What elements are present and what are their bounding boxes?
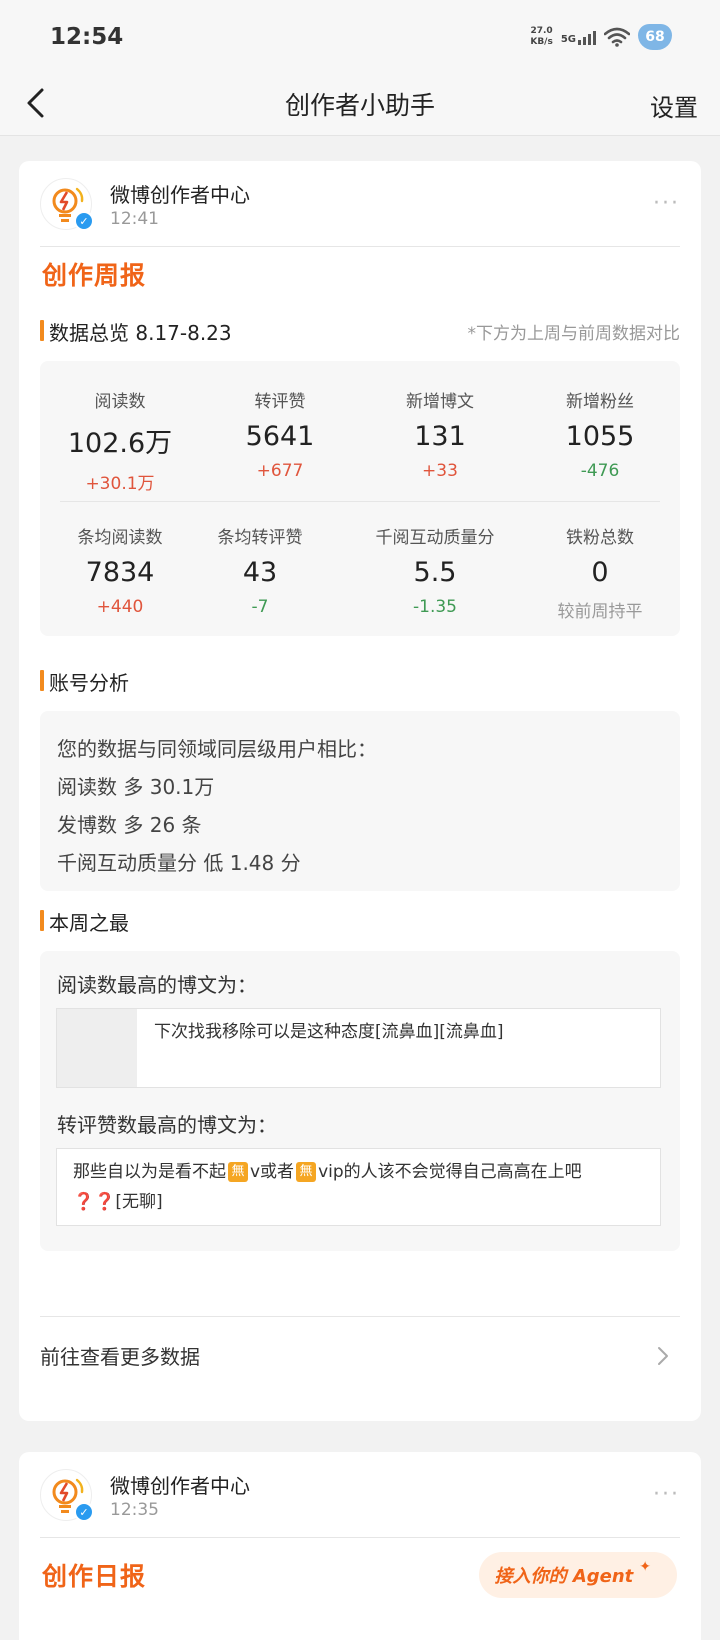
analysis-line: 千阅互动质量分 低 1.48 分 (57, 851, 301, 875)
card-header: ✓ 微博创作者中心 12:35 ··· (40, 1452, 680, 1538)
stat-change: +30.1万 (85, 474, 155, 494)
top-read-post[interactable]: 下次找我移除可以是这种态度[流鼻血][流鼻血] (56, 1008, 661, 1088)
overview-title: 数据总览 8.17-8.23 (40, 317, 232, 346)
best-title: 本周之最 (40, 907, 129, 936)
stat-label: 条均阅读数 (77, 528, 163, 548)
verified-badge-icon: ✓ (74, 211, 94, 231)
stat-value: 131 (414, 421, 466, 452)
post-text: 那些自以为是看不起無 v或者無 vip的人该不会觉得自己高高在上吧 ❓❓[无聊] (73, 1157, 643, 1217)
stat-new-followers: 新增粉丝 1055 -476 (520, 387, 680, 481)
question-emoji-icon: ❓❓ (73, 1192, 116, 1212)
post-text-part: [无聊] (115, 1192, 163, 1212)
analysis-line: 阅读数 多 30.1万 (57, 775, 215, 799)
analysis-intro: 您的数据与同领域同层级用户相比： (57, 737, 377, 761)
stat-value: 1055 (565, 421, 635, 452)
status-bar: 12:54 27.0 KB/s 5G 68 (0, 0, 720, 70)
connect-agent-label: 接入你的 Agent (494, 1566, 634, 1587)
stat-engagement: 转评赞 5641 +677 (200, 387, 360, 481)
emoji-wu-icon: 無 (228, 1162, 248, 1182)
stat-value: 5.5 (413, 557, 457, 588)
stat-quality-score: 千阅互动质量分 5.5 -1.35 (345, 523, 525, 617)
stat-label: 新增粉丝 (566, 392, 634, 412)
nav-bar: 创作者小助手 设置 (0, 70, 720, 136)
connect-agent-button[interactable]: 接入你的 Agent ✦ (478, 1552, 677, 1598)
stat-reads: 阅读数 102.6万 +30.1万 (40, 387, 200, 494)
compare-note: *下方为上周与前周数据对比 (467, 324, 681, 344)
stat-change: -1.35 (413, 597, 457, 617)
top-engagement-label: 转评赞数最高的博文为： (57, 1113, 277, 1137)
sparkle-icon: ✦ (639, 1559, 651, 1575)
stat-change: +440 (96, 597, 144, 617)
emoji-wu-icon: 無 (296, 1162, 317, 1182)
analysis-panel: 您的数据与同领域同层级用户相比： 阅读数 多 30.1万 发博数 多 26 条 … (40, 711, 680, 891)
stat-new-posts: 新增博文 131 +33 (360, 387, 520, 481)
best-panel: 阅读数最高的博文为： 下次找我移除可以是这种态度[流鼻血][流鼻血] 转评赞数最… (40, 951, 680, 1251)
stat-iron-fans: 铁粉总数 0 较前周持平 (515, 523, 685, 622)
account-name[interactable]: 微博创作者中心 (110, 179, 250, 208)
battery-icon: 68 (638, 24, 672, 50)
message-time: 12:41 (110, 209, 159, 229)
stat-label: 新增博文 (406, 392, 474, 412)
account-name[interactable]: 微博创作者中心 (110, 1470, 250, 1499)
post-text: 下次找我移除可以是这种态度[流鼻血][流鼻血] (154, 1022, 504, 1042)
more-options-icon[interactable]: ··· (653, 191, 680, 216)
stat-value: 102.6万 (67, 428, 173, 459)
stat-value: 43 (242, 557, 278, 588)
stat-value: 7834 (85, 557, 155, 588)
more-options-icon[interactable]: ··· (653, 1482, 680, 1507)
stat-avg-reads: 条均阅读数 7834 +440 (40, 523, 200, 617)
network-type: 5G (560, 34, 576, 45)
stat-label: 阅读数 (94, 392, 146, 412)
report-title: 创作周报 (42, 261, 147, 290)
stat-value: 0 (591, 557, 609, 588)
stats-divider (60, 501, 660, 502)
net-speed: 27.0 KB/s (530, 26, 552, 48)
stat-change: +33 (422, 461, 458, 481)
view-more-data-label: 前往查看更多数据 (40, 1345, 200, 1369)
post-text-part: vip的人该不会觉得自己高高在上吧 (318, 1162, 582, 1182)
stat-change: -476 (580, 461, 620, 481)
settings-button[interactable]: 设置 (650, 88, 698, 123)
page-title: 创作者小助手 (284, 91, 435, 120)
top-read-label: 阅读数最高的博文为： (57, 973, 257, 997)
stat-change: -7 (251, 597, 269, 617)
net-speed-unit: KB/s (530, 37, 553, 47)
card-header: ✓ 微博创作者中心 12:41 ··· (40, 161, 680, 247)
analysis-title: 账号分析 (40, 667, 129, 696)
analysis-line: 发博数 多 26 条 (57, 813, 202, 837)
verified-badge-icon: ✓ (74, 1502, 94, 1522)
status-time: 12:54 (50, 24, 124, 50)
wifi-icon (604, 27, 630, 47)
report-title: 创作日报 (42, 1562, 147, 1591)
stats-panel: 阅读数 102.6万 +30.1万 转评赞 5641 +677 新增博文 131… (40, 361, 680, 636)
stat-label: 条均转评赞 (217, 528, 303, 548)
signal-icon: 5G (561, 29, 596, 45)
stat-label: 铁粉总数 (566, 528, 634, 548)
stat-change: +677 (256, 461, 304, 481)
stat-change: 较前周持平 (557, 602, 643, 622)
status-icons: 27.0 KB/s 5G 68 (530, 24, 672, 50)
post-text-part: v或者 (250, 1162, 295, 1182)
message-time: 12:35 (110, 1500, 159, 1520)
daily-report-card: ✓ 微博创作者中心 12:35 ··· 创作日报 接入你的 Agent ✦ (19, 1452, 701, 1640)
stat-label: 千阅互动质量分 (375, 528, 495, 548)
view-more-data-row[interactable]: 前往查看更多数据 (40, 1316, 680, 1386)
top-engagement-post[interactable]: 那些自以为是看不起無 v或者無 vip的人该不会觉得自己高高在上吧 ❓❓[无聊] (56, 1148, 661, 1226)
stat-avg-engagement: 条均转评赞 43 -7 (180, 523, 340, 617)
post-text-part: 那些自以为是看不起 (73, 1162, 226, 1182)
chevron-right-icon (658, 1347, 668, 1365)
stat-value: 5641 (245, 421, 315, 452)
weekly-report-card: ✓ 微博创作者中心 12:41 ··· 创作周报 数据总览 8.17-8.23 … (19, 161, 701, 1421)
net-speed-value: 27.0 (530, 26, 553, 36)
stat-label: 转评赞 (254, 392, 306, 412)
post-thumbnail (57, 1009, 137, 1087)
